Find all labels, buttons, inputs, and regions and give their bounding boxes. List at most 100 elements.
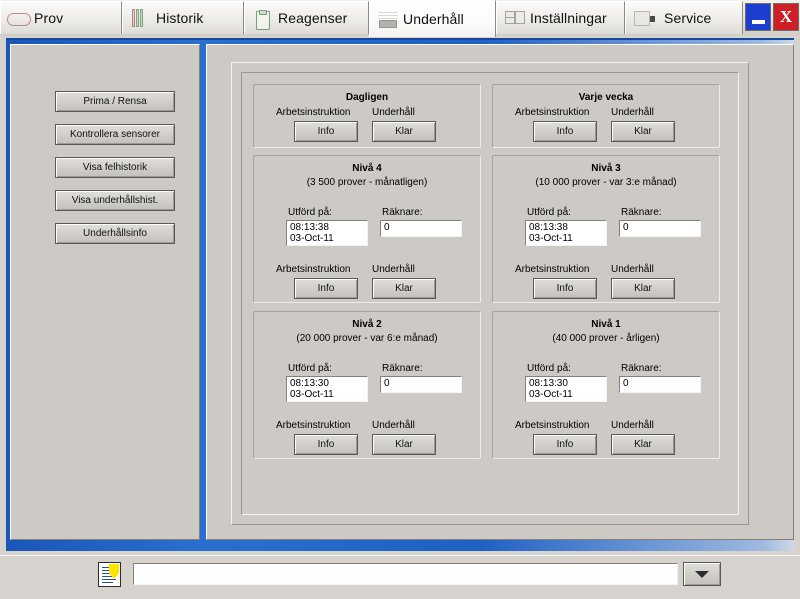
info-button-dagligen[interactable]: Info (294, 121, 358, 142)
maintenance-inner-frame: Dagligen Arbetsinstruktion Underhåll Inf… (241, 72, 739, 515)
info-button-varje-vecka[interactable]: Info (533, 121, 597, 142)
sidebar-button-label: Kontrollera sensorer (69, 129, 161, 140)
panel-niva-1: Nivå 1 (40 000 prover - årligen) Utförd … (492, 311, 720, 459)
klar-button-niva-1[interactable]: Klar (611, 434, 675, 455)
klar-button-varje-vecka[interactable]: Klar (611, 121, 675, 142)
label-underhall: Underhåll (611, 107, 654, 118)
content-panel: Dagligen Arbetsinstruktion Underhåll Inf… (206, 44, 794, 540)
tab-prov-label: Prov (34, 10, 64, 26)
minimize-button[interactable] (745, 3, 771, 31)
label-arbetsinstruktion: Arbetsinstruktion (276, 420, 351, 431)
info-button-niva-2[interactable]: Info (294, 434, 358, 455)
label-utford-pa: Utförd på: (288, 207, 332, 218)
maintenance-outer-frame: Dagligen Arbetsinstruktion Underhåll Inf… (231, 62, 749, 525)
close-button[interactable]: X (773, 3, 799, 31)
tab-reagenser[interactable]: Reagenser (244, 1, 369, 34)
date-field-niva-4: 08:13:38 03-Oct-11 (286, 220, 368, 246)
panel-title: Nivå 2 (352, 319, 382, 330)
tab-historik[interactable]: Historik (122, 1, 244, 34)
date-field-time: 08:13:30 (529, 378, 568, 389)
button-label: Info (317, 283, 335, 294)
button-label: Klar (395, 283, 413, 294)
panel-subtitle: (20 000 prover - var 6:e månad) (296, 333, 438, 344)
panel-title: Nivå 3 (591, 163, 621, 174)
date-field-niva-2: 08:13:30 03-Oct-11 (286, 376, 368, 402)
sliders-icon (505, 8, 525, 28)
minimize-icon (751, 19, 765, 24)
klar-button-niva-2[interactable]: Klar (372, 434, 436, 455)
klar-button-niva-4[interactable]: Klar (372, 278, 436, 299)
label-arbetsinstruktion: Arbetsinstruktion (515, 107, 590, 118)
button-label: Info (556, 126, 574, 137)
bars-icon (131, 8, 149, 28)
panel-niva-3: Nivå 3 (10 000 prover - var 3:e månad) U… (492, 155, 720, 303)
counter-field-niva-4[interactable]: 0 (380, 220, 462, 237)
sidebar-button-prima-rensa[interactable]: Prima / Rensa (55, 91, 175, 112)
button-label: Info (556, 283, 574, 294)
panel-varje-vecka: Varje vecka Arbetsinstruktion Underhåll … (492, 84, 720, 148)
tab-prov[interactable]: Prov (0, 1, 122, 34)
info-button-niva-3[interactable]: Info (533, 278, 597, 299)
date-field-time: 08:13:30 (290, 378, 329, 389)
tab-installningar-label: Inställningar (530, 10, 607, 26)
counter-field-niva-3[interactable]: 0 (619, 220, 701, 237)
chevron-down-icon (695, 570, 709, 578)
tab-service-label: Service (664, 10, 712, 26)
label-raknare: Räknare: (382, 363, 423, 374)
counter-value: 0 (623, 378, 629, 389)
button-label: Klar (395, 126, 413, 137)
label-arbetsinstruktion: Arbetsinstruktion (276, 264, 351, 275)
label-underhall: Underhåll (611, 420, 654, 431)
tab-underhall[interactable]: Underhåll (369, 0, 496, 37)
close-icon: X (779, 7, 793, 26)
info-button-niva-1[interactable]: Info (533, 434, 597, 455)
info-button-niva-4[interactable]: Info (294, 278, 358, 299)
label-utford-pa: Utförd på: (527, 207, 571, 218)
date-field-time: 08:13:38 (290, 222, 329, 233)
panel-niva-4: Nivå 4 (3 500 prover - månatligen) Utför… (253, 155, 481, 303)
button-label: Info (556, 439, 574, 450)
counter-field-niva-1[interactable]: 0 (619, 376, 701, 393)
panel-title: Varje vecka (578, 92, 634, 103)
label-underhall: Underhåll (372, 264, 415, 275)
button-label: Klar (395, 439, 413, 450)
panel-subtitle: (3 500 prover - månatligen) (306, 177, 428, 188)
date-field-time: 08:13:38 (529, 222, 568, 233)
label-utford-pa: Utförd på: (527, 363, 571, 374)
label-raknare: Räknare: (621, 207, 662, 218)
counter-value: 0 (384, 378, 390, 389)
sidebar-button-kontrollera-sensorer[interactable]: Kontrollera sensorer (55, 124, 175, 145)
tab-historik-label: Historik (156, 10, 204, 26)
klar-button-dagligen[interactable]: Klar (372, 121, 436, 142)
label-arbetsinstruktion: Arbetsinstruktion (515, 264, 590, 275)
date-field-date: 03-Oct-11 (290, 233, 334, 244)
date-field-date: 03-Oct-11 (529, 389, 573, 400)
sidebar-button-visa-felhistorik[interactable]: Visa felhistorik (55, 157, 175, 178)
klar-button-niva-3[interactable]: Klar (611, 278, 675, 299)
label-raknare: Räknare: (382, 207, 423, 218)
sidebar-button-underhallsinfo[interactable]: Underhållsinfo (55, 223, 175, 244)
document-note-icon[interactable] (98, 562, 121, 587)
status-dropdown-button[interactable] (683, 562, 721, 586)
label-underhall: Underhåll (372, 107, 415, 118)
bottle-icon (253, 8, 271, 30)
tab-bar: Prov Historik Reagenser Underhåll Instäl… (0, 0, 800, 37)
counter-value: 0 (623, 222, 629, 233)
panel-title: Dagligen (345, 92, 389, 103)
date-field-niva-3: 08:13:38 03-Oct-11 (525, 220, 607, 246)
tab-installningar[interactable]: Inställningar (496, 1, 625, 34)
counter-field-niva-2[interactable]: 0 (380, 376, 462, 393)
status-input[interactable] (133, 563, 678, 585)
tab-service[interactable]: Service (625, 1, 743, 34)
sidebar-button-label: Underhållsinfo (83, 228, 147, 239)
panel-title: Nivå 4 (352, 163, 382, 174)
wrench-icon (378, 9, 398, 29)
sidebar-button-label: Prima / Rensa (83, 96, 147, 107)
sidebar-button-visa-underhallshist[interactable]: Visa underhållshist. (55, 190, 175, 211)
button-label: Info (317, 126, 335, 137)
date-field-date: 03-Oct-11 (529, 233, 573, 244)
service-icon (634, 8, 655, 28)
sidebar-button-label: Visa underhållshist. (71, 195, 159, 206)
panel-niva-2: Nivå 2 (20 000 prover - var 6:e månad) U… (253, 311, 481, 459)
panel-subtitle: (10 000 prover - var 3:e månad) (535, 177, 677, 188)
